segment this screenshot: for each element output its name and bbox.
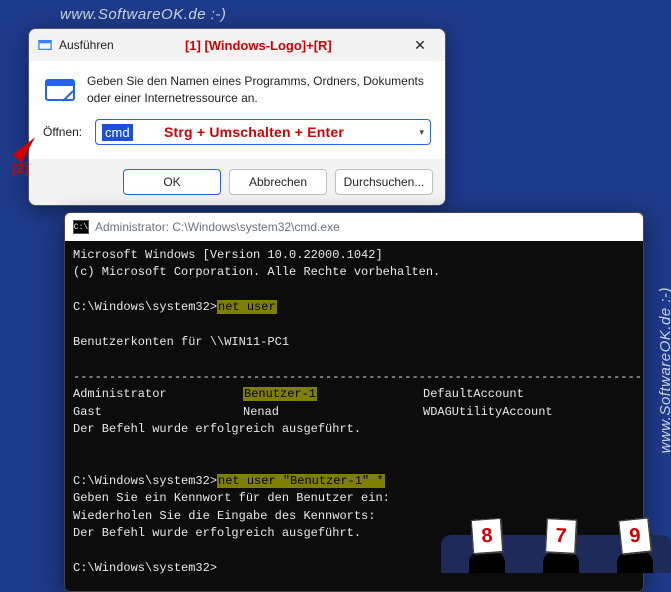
annotation-2: [2] [12, 160, 29, 176]
cmd-title: Administrator: C:\Windows\system32\cmd.e… [95, 220, 340, 234]
open-combobox[interactable]: cmd Strg + Umschalten + Enter ▾ [95, 119, 431, 145]
cmd-icon: C:\ [73, 220, 89, 234]
run-description: Geben Sie den Namen eines Programms, Ord… [87, 73, 431, 107]
run-button-row: OK Abbrechen Durchsuchen... [29, 159, 445, 205]
cmd-titlebar: C:\ Administrator: C:\Windows\system32\c… [65, 213, 643, 241]
ok-button[interactable]: OK [123, 169, 221, 195]
judge-card: 9 [618, 518, 651, 555]
run-body-icon [43, 73, 77, 107]
run-body: Geben Sie den Namen eines Programms, Ord… [29, 61, 445, 111]
watermark-side: www.SoftwareOK.de :-) [657, 287, 671, 453]
run-title: Ausführen [59, 38, 114, 52]
run-dialog: Ausführen [1] [Windows-Logo]+[R] ✕ Geben… [28, 28, 446, 206]
open-value: cmd [102, 124, 133, 141]
annotation-shortcut: Strg + Umschalten + Enter [164, 124, 344, 140]
judge-3: 9 [611, 527, 659, 573]
annotation-logo-r: [1] [Windows-Logo]+[R] [114, 38, 403, 53]
judge-card: 7 [545, 518, 577, 554]
chevron-down-icon[interactable]: ▾ [419, 127, 424, 138]
cmd-highlight: net user [217, 300, 277, 314]
judge-2: 7 [537, 527, 585, 573]
cmd-highlight: net user "Benutzer-1" * [217, 474, 385, 488]
close-button[interactable]: ✕ [403, 33, 437, 57]
cancel-button[interactable]: Abbrechen [229, 169, 327, 195]
run-input-row: Öffnen: cmd Strg + Umschalten + Enter ▾ [29, 111, 445, 159]
run-icon [37, 37, 53, 53]
judge-card: 8 [471, 518, 503, 554]
run-titlebar: Ausführen [1] [Windows-Logo]+[R] ✕ [29, 29, 445, 61]
judges: 8 7 9 [463, 527, 659, 573]
watermark-top: www.SoftwareOK.de :-) [60, 6, 226, 23]
judge-1: 8 [463, 527, 511, 573]
open-label: Öffnen: [43, 125, 87, 139]
browse-button[interactable]: Durchsuchen... [335, 169, 433, 195]
